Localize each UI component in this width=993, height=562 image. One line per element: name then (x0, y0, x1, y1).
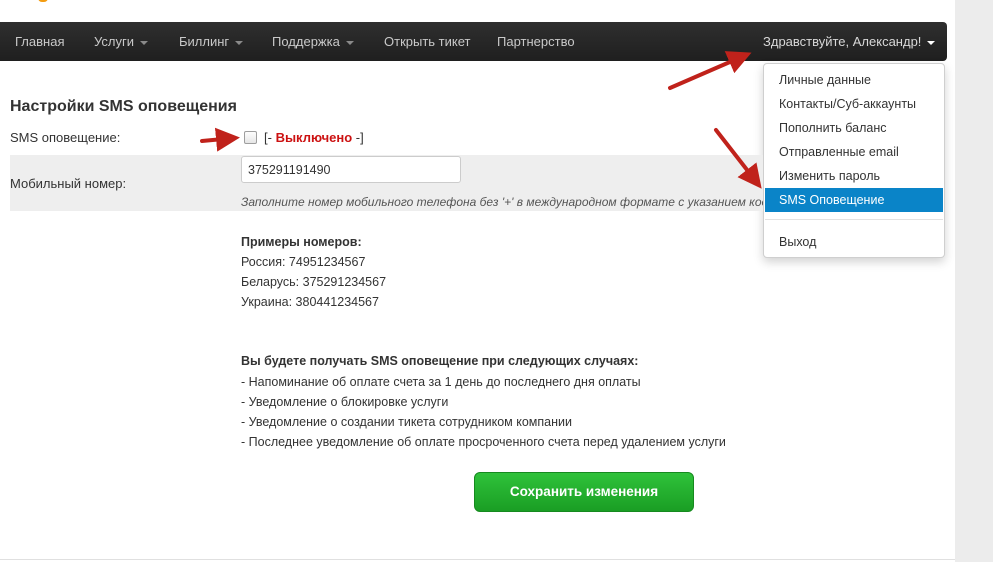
user-greeting: Здравствуйте, Александр! (763, 34, 922, 49)
sms-notification-label: SMS оповещение: (10, 130, 121, 145)
footer-divider (0, 559, 955, 560)
nav-item-services[interactable]: Услуги (94, 22, 148, 61)
mobile-number-label: Мобильный номер: (10, 176, 127, 191)
example-ukraine: Украина: 380441234567 (241, 295, 379, 309)
arrow-icon (200, 127, 240, 152)
chevron-down-icon (345, 40, 354, 45)
nav-item-label: Открыть тикет (384, 34, 471, 49)
nav-item-partnership[interactable]: Партнерство (497, 22, 575, 61)
status-prefix: [- (264, 130, 276, 145)
menu-item-sent-emails[interactable]: Отправленные email (765, 140, 943, 164)
notify-item: - Уведомление о блокировке услуги (241, 395, 449, 409)
nav-item-label: Партнерство (497, 34, 575, 49)
sms-status: [- Выключено -] (264, 130, 364, 145)
menu-item-change-password[interactable]: Изменить пароль (765, 164, 943, 188)
main-navbar: Главная Услуги Биллинг Поддержка Открыть… (0, 22, 947, 61)
user-menu-toggle[interactable]: Здравствуйте, Александр! (763, 22, 936, 61)
notify-item: - Напоминание об оплате счета за 1 день … (241, 375, 641, 389)
chevron-down-icon (927, 40, 936, 45)
phone-input[interactable] (241, 156, 461, 183)
nav-item-label: Услуги (94, 34, 134, 49)
menu-item-personal-data[interactable]: Личные данные (765, 68, 943, 92)
nav-item-label: Биллинг (179, 34, 230, 49)
sms-enabled-checkbox[interactable] (244, 131, 257, 144)
menu-divider (765, 219, 943, 220)
nav-item-home[interactable]: Главная (15, 22, 64, 61)
menu-item-sms-notifications[interactable]: SMS Оповещение (765, 188, 943, 212)
top-strip (0, 0, 955, 22)
notify-item: - Последнее уведомление об оплате просро… (241, 435, 726, 449)
page-title: Настройки SMS оповещения (10, 98, 237, 115)
nav-item-open-ticket[interactable]: Открыть тикет (384, 22, 470, 61)
examples-title: Примеры номеров: (241, 235, 362, 249)
save-changes-button[interactable]: Сохранить изменения (474, 472, 694, 512)
nav-item-billing[interactable]: Биллинг (179, 22, 244, 61)
example-belarus: Беларусь: 375291234567 (241, 275, 387, 289)
status-suffix: -] (352, 130, 364, 145)
user-dropdown-menu: Личные данные Контакты/Суб-аккаунты Попо… (763, 63, 945, 258)
status-value: Выключено (275, 130, 353, 145)
menu-item-contacts[interactable]: Контакты/Суб-аккаунты (765, 92, 943, 116)
nav-item-support[interactable]: Поддержка (272, 22, 354, 61)
menu-item-logout[interactable]: Выход (765, 230, 943, 254)
phone-hint: Заполните номер мобильного телефона без … (241, 195, 763, 209)
right-gutter (955, 0, 993, 562)
nav-item-label: Главная (15, 34, 65, 49)
chevron-down-icon (139, 40, 148, 45)
notify-item: - Уведомление о создании тикета сотрудни… (241, 415, 572, 429)
menu-item-top-up-balance[interactable]: Пополнить баланс (765, 116, 943, 140)
nav-item-label: Поддержка (272, 34, 340, 49)
logo-fragment (38, 0, 48, 2)
example-russia: Россия: 74951234567 (241, 255, 366, 269)
notify-title: Вы будете получать SMS оповещение при сл… (241, 354, 639, 368)
chevron-down-icon (235, 40, 244, 45)
